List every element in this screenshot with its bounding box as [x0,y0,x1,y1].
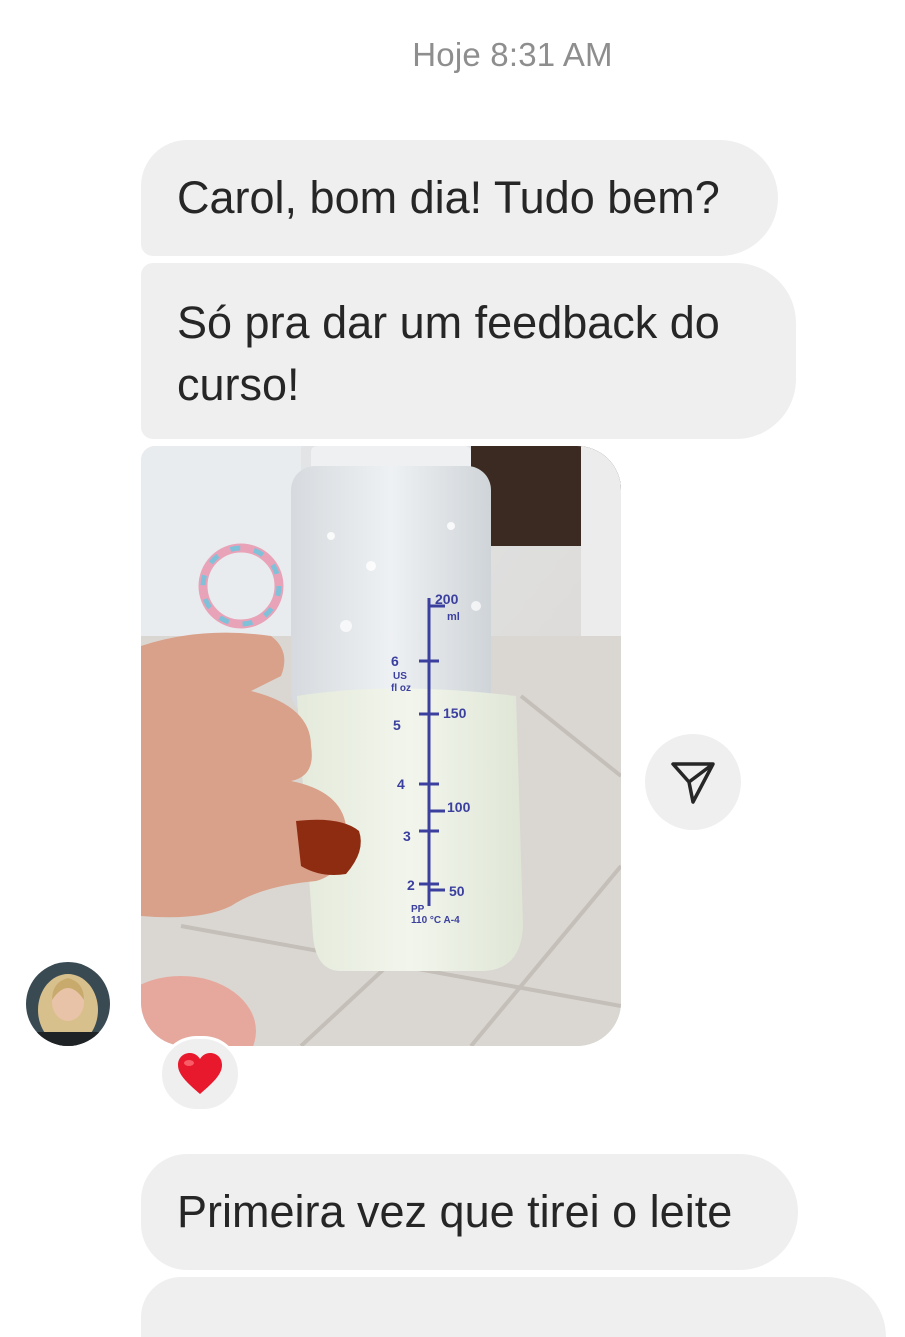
scale-label: 2 [407,877,415,893]
message-bubble[interactable]: Carol, bom dia! Tudo bem? [141,140,778,256]
message-timestamp: Hoje 8:31 AM [412,36,613,73]
scale-label: 3 [403,828,411,844]
reaction-badge[interactable] [159,1036,241,1112]
scale-label: 150 [443,705,467,721]
message-text: Só pra dar um feedback do curso! [177,297,720,410]
scale-label: 6 [391,653,399,669]
scale-label: 200 [435,591,459,607]
send-icon [671,762,715,804]
baby-bottle-photo: 200 ml 150 100 50 6 5 4 3 2 US fl oz PP … [141,446,621,1046]
avatar-photo [26,962,110,1046]
scale-label: fl oz [391,683,411,694]
message-bubble[interactable]: Só pra dar um feedback do curso! [141,263,796,439]
heart-icon [178,1053,222,1094]
scale-label: 4 [397,776,405,792]
scale-label: 50 [449,883,465,899]
scale-label: 110 °C A-4 [411,915,460,926]
avatar[interactable] [26,962,110,1046]
message-bubble[interactable]: Primeira vez que tirei o leite [141,1154,798,1270]
message-bubble[interactable] [141,1277,886,1337]
image-message[interactable]: 200 ml 150 100 50 6 5 4 3 2 US fl oz PP … [141,446,621,1046]
scale-label: US [393,671,407,682]
scale-label: ml [447,611,460,623]
message-text: Carol, bom dia! Tudo bem? [177,172,720,223]
scale-label: PP [411,904,425,915]
message-text: Primeira vez que tirei o leite [177,1186,733,1237]
scale-label: 5 [393,717,401,733]
scale-label: 100 [447,799,471,815]
share-button[interactable] [645,734,741,830]
